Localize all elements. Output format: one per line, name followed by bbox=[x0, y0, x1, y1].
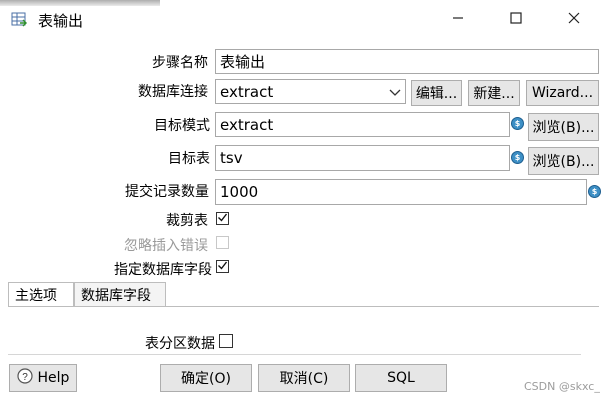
edit-connection-button[interactable]: 编辑... bbox=[411, 80, 462, 106]
help-icon: ? bbox=[16, 368, 33, 388]
target-table-label: 目标表 bbox=[168, 151, 210, 167]
chevron-down-icon bbox=[389, 83, 401, 101]
help-button[interactable]: ? Help bbox=[9, 364, 77, 392]
truncate-table-label: 裁剪表 bbox=[166, 213, 208, 229]
target-schema-input[interactable]: extract bbox=[215, 112, 510, 137]
browse-table-button[interactable]: 浏览(B)... bbox=[528, 147, 599, 175]
step-name-label: 步骤名称 bbox=[152, 55, 208, 71]
variable-icon: $ bbox=[588, 185, 601, 198]
browse-schema-button[interactable]: 浏览(B)... bbox=[528, 113, 599, 141]
variable-icon: $ bbox=[511, 117, 524, 130]
minimize-button[interactable] bbox=[438, 4, 478, 36]
tab-db-fields[interactable]: 数据库字段 bbox=[74, 282, 166, 306]
ignore-insert-errors-label: 忽略插入错误 bbox=[124, 238, 208, 254]
options-tabs: 主选项 数据库字段 表分区数据 bbox=[8, 282, 599, 358]
checkmark-icon bbox=[217, 211, 228, 227]
maximize-button[interactable] bbox=[496, 4, 536, 36]
variable-icon: $ bbox=[511, 151, 524, 164]
minimize-icon bbox=[452, 12, 464, 28]
step-name-input[interactable]: 表输出 bbox=[215, 49, 599, 74]
maximize-icon bbox=[510, 12, 522, 28]
db-connection-label: 数据库连接 bbox=[138, 84, 208, 100]
commit-size-label: 提交记录数量 bbox=[125, 184, 209, 200]
target-table-input[interactable]: tsv bbox=[215, 145, 510, 171]
sql-button[interactable]: SQL bbox=[355, 364, 447, 392]
partition-data-checkbox[interactable] bbox=[219, 334, 233, 348]
table-output-icon bbox=[11, 11, 28, 27]
target-schema-label: 目标模式 bbox=[154, 118, 210, 134]
tab-main-options[interactable]: 主选项 bbox=[8, 282, 74, 306]
title-bar: 表输出 bbox=[0, 0, 607, 40]
svg-text:?: ? bbox=[22, 372, 28, 383]
db-connection-select[interactable]: extract bbox=[215, 79, 406, 104]
main-options-panel: 表分区数据 bbox=[8, 306, 599, 358]
close-button[interactable] bbox=[554, 4, 594, 36]
db-connection-value: extract bbox=[220, 82, 274, 101]
new-connection-button[interactable]: 新建... bbox=[468, 80, 520, 106]
watermark: CSDN @skxc_ bbox=[524, 380, 600, 393]
ok-button[interactable]: 确定(O) bbox=[160, 364, 252, 392]
background-window-strip bbox=[0, 0, 160, 6]
specify-db-fields-label: 指定数据库字段 bbox=[114, 262, 212, 278]
divider bbox=[8, 354, 581, 355]
partition-data-label: 表分区数据 bbox=[145, 336, 215, 352]
ignore-insert-errors-checkbox[interactable] bbox=[216, 236, 229, 249]
cancel-button[interactable]: 取消(C) bbox=[258, 364, 350, 392]
truncate-table-checkbox[interactable] bbox=[216, 212, 229, 225]
specify-db-fields-checkbox[interactable] bbox=[216, 260, 229, 273]
window-title: 表输出 bbox=[38, 12, 84, 30]
commit-size-input[interactable]: 1000 bbox=[215, 179, 587, 205]
help-label: Help bbox=[37, 370, 70, 386]
wizard-button[interactable]: Wizard... bbox=[526, 80, 599, 106]
close-icon bbox=[568, 12, 580, 28]
checkmark-icon bbox=[217, 259, 228, 275]
